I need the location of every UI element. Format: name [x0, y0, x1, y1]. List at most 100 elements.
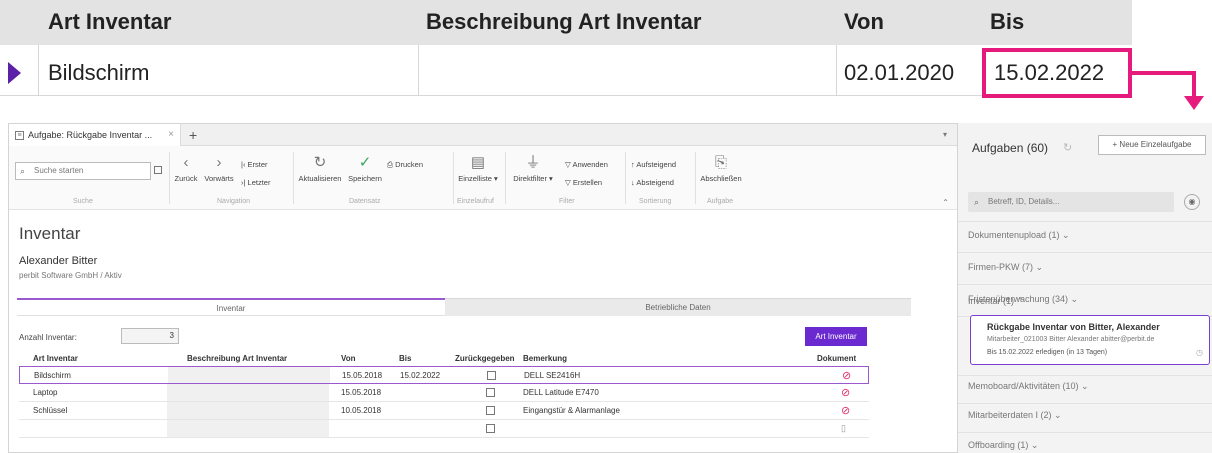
- add-tab-icon[interactable]: +: [189, 127, 197, 143]
- search-checkbox[interactable]: [154, 166, 162, 174]
- task-group-dokumentenupload[interactable]: Dokumentenupload (1) ⌄: [968, 230, 1070, 241]
- apply-filter-button[interactable]: ▽ Anwenden: [565, 160, 608, 169]
- group-label-aufgabe: Aufgabe: [707, 198, 734, 205]
- create-filter-button[interactable]: ▽ Erstellen: [565, 178, 602, 187]
- refresh-button[interactable]: ↻ Aktualisieren: [297, 154, 343, 183]
- group-label-filter: Filter: [559, 198, 575, 205]
- art-inventar-button[interactable]: Art Inventar: [805, 327, 867, 346]
- zoom-header-bis: Bis: [990, 9, 1025, 34]
- print-button[interactable]: ⎙ Drucken: [387, 160, 423, 170]
- col-header-zurueckgegeben[interactable]: Zurückgegeben: [455, 354, 515, 363]
- direktfilter-label: Direktfilter ▾: [513, 174, 553, 183]
- zoom-header-art: Art Inventar: [48, 9, 172, 34]
- task-card[interactable]: Rückgabe Inventar von Bitter, Alexander …: [970, 315, 1210, 365]
- col-header-bemerkung[interactable]: Bemerkung: [523, 354, 567, 363]
- cell-art: Laptop: [33, 388, 58, 397]
- chevron-down-icon[interactable]: ▾: [943, 130, 947, 139]
- clock-icon: ◷: [1196, 348, 1203, 357]
- task-group-firmen-pkw[interactable]: Firmen-PKW (7) ⌄: [968, 262, 1043, 273]
- returned-checkbox[interactable]: [487, 371, 496, 380]
- search-input[interactable]: ⌕ Suche starten: [15, 162, 162, 180]
- refresh-icon: ↻: [313, 154, 327, 171]
- refresh-label: Aktualisieren: [298, 174, 342, 183]
- cell-art: Schlüssel: [33, 406, 68, 415]
- task-search-input[interactable]: ⌕ Betreff, ID, Details...: [968, 192, 1174, 212]
- table-row[interactable]: ▯: [19, 420, 869, 438]
- filter-icon: ⏚: [525, 154, 541, 171]
- col-header-dokument[interactable]: Dokument: [817, 354, 856, 363]
- task-group-inventar[interactable]: Inventar (1) ⌃: [968, 296, 1024, 307]
- divider: [958, 432, 1212, 433]
- group-label-datensatz: Datensatz: [349, 198, 381, 205]
- col-header-art[interactable]: Art Inventar: [33, 354, 78, 363]
- company-status: perbit Software GmbH / Aktiv: [19, 271, 122, 280]
- sort-desc-button[interactable]: ↓ Absteigend: [631, 178, 674, 187]
- print-icon: ⎙: [387, 160, 396, 169]
- forward-button[interactable]: › Vorwärts: [203, 154, 235, 183]
- close-icon[interactable]: ×: [168, 129, 174, 140]
- zoomed-table-header: Art Inventar Beschreibung Art Inventar V…: [0, 0, 1132, 45]
- chevron-up-icon[interactable]: ⌃: [942, 198, 949, 207]
- beschreibung-cell: [167, 420, 329, 437]
- cell-von: 10.05.2018: [341, 406, 382, 415]
- task-card-employee: Mitarbeiter_021003 Bitter Alexander abit…: [987, 336, 1155, 343]
- refresh-icon[interactable]: ↻: [1063, 141, 1072, 154]
- page-title: Inventar: [19, 224, 81, 243]
- tab-inventar[interactable]: Inventar: [17, 298, 445, 316]
- task-group-memoboard[interactable]: Memoboard/Aktivitäten (10) ⌄: [968, 381, 1089, 392]
- group-divider: [293, 152, 294, 204]
- table-header: Art Inventar Beschreibung Art Inventar V…: [19, 352, 869, 366]
- einzelliste-button[interactable]: ▤ Einzelliste ▾: [457, 154, 499, 183]
- group-label-navigation: Navigation: [217, 198, 251, 205]
- col-header-bis[interactable]: Bis: [399, 354, 411, 363]
- sort-asc-button[interactable]: ↑ Aufsteigend: [631, 160, 676, 169]
- cell-von: 15.05.2018: [342, 371, 383, 380]
- forward-label: Vorwärts: [204, 174, 234, 183]
- table-row[interactable]: Schlüssel 10.05.2018 Eingangstür & Alarm…: [19, 402, 869, 420]
- search-icon: ⌕: [974, 197, 980, 207]
- returned-checkbox[interactable]: [486, 424, 495, 433]
- col-header-von[interactable]: Von: [341, 354, 356, 363]
- beschreibung-cell: [168, 367, 330, 383]
- returned-checkbox[interactable]: [486, 406, 495, 415]
- first-button[interactable]: |‹ Erster: [241, 160, 268, 169]
- app-window: ≡ Aufgabe: Rückgabe Inventar ... × + ▾ ⌕…: [8, 123, 958, 453]
- last-button[interactable]: ›| Letzter: [241, 178, 270, 187]
- table-row[interactable]: Laptop 15.05.2018 DELL Latitude E7470 ⊘: [19, 384, 869, 402]
- last-label: Letzter: [247, 178, 271, 187]
- document-upload-icon[interactable]: ▯: [841, 423, 846, 434]
- highlight-connector: [1192, 71, 1196, 97]
- no-document-icon[interactable]: ⊘: [841, 404, 850, 417]
- cell-bemerkung: Eingangstür & Alarmanlage: [523, 406, 620, 415]
- back-button[interactable]: ‹ Zurück: [173, 154, 199, 183]
- task-group-mitarbeiterdaten[interactable]: Mitarbeiterdaten I (2) ⌄: [968, 410, 1062, 421]
- divider: [958, 221, 1212, 222]
- group-label-sortierung: Sortierung: [639, 198, 672, 205]
- save-button[interactable]: ✓ Speichern: [347, 154, 383, 183]
- task-card-due: Bis 15.02.2022 erledigen (in 13 Tagen): [987, 349, 1108, 356]
- filter-create-icon: ▽: [565, 178, 573, 187]
- sort-asc-label: Aufsteigend: [636, 160, 677, 169]
- no-document-icon[interactable]: ⊘: [842, 369, 851, 382]
- complete-task-label: Abschließen: [700, 174, 742, 183]
- einzelliste-label: Einzelliste ▾: [458, 174, 498, 183]
- group-label-suche: Suche: [73, 198, 93, 205]
- search-icon: ⌕: [20, 166, 26, 176]
- table-row[interactable]: Bildschirm 15.05.2018 15.02.2022 DELL SE…: [19, 366, 869, 384]
- no-document-icon[interactable]: ⊘: [841, 386, 850, 399]
- tab-aufgabe[interactable]: ≡ Aufgabe: Rückgabe Inventar ... ×: [9, 124, 181, 146]
- col-header-beschreibung[interactable]: Beschreibung Art Inventar: [187, 354, 287, 363]
- divider: [958, 403, 1212, 404]
- chevron-left-icon: ‹: [183, 154, 189, 171]
- task-group-offboarding[interactable]: Offboarding (1) ⌄: [968, 440, 1038, 451]
- task-panel-title: Aufgaben (60): [972, 141, 1049, 155]
- direktfilter-button[interactable]: ⏚ Direktfilter ▾: [509, 154, 557, 183]
- print-label: Drucken: [395, 160, 424, 169]
- zoomed-table-row: [0, 50, 1132, 96]
- complete-task-button[interactable]: ⎘ Abschließen: [699, 154, 743, 183]
- tab-betriebliche-daten[interactable]: Betriebliche Daten: [445, 298, 911, 316]
- returned-checkbox[interactable]: [486, 388, 495, 397]
- view-toggle-icon[interactable]: ◉: [1184, 194, 1200, 210]
- new-task-button[interactable]: + Neue Einzelaufgabe: [1098, 135, 1206, 155]
- search-placeholder: Suche starten: [34, 166, 84, 175]
